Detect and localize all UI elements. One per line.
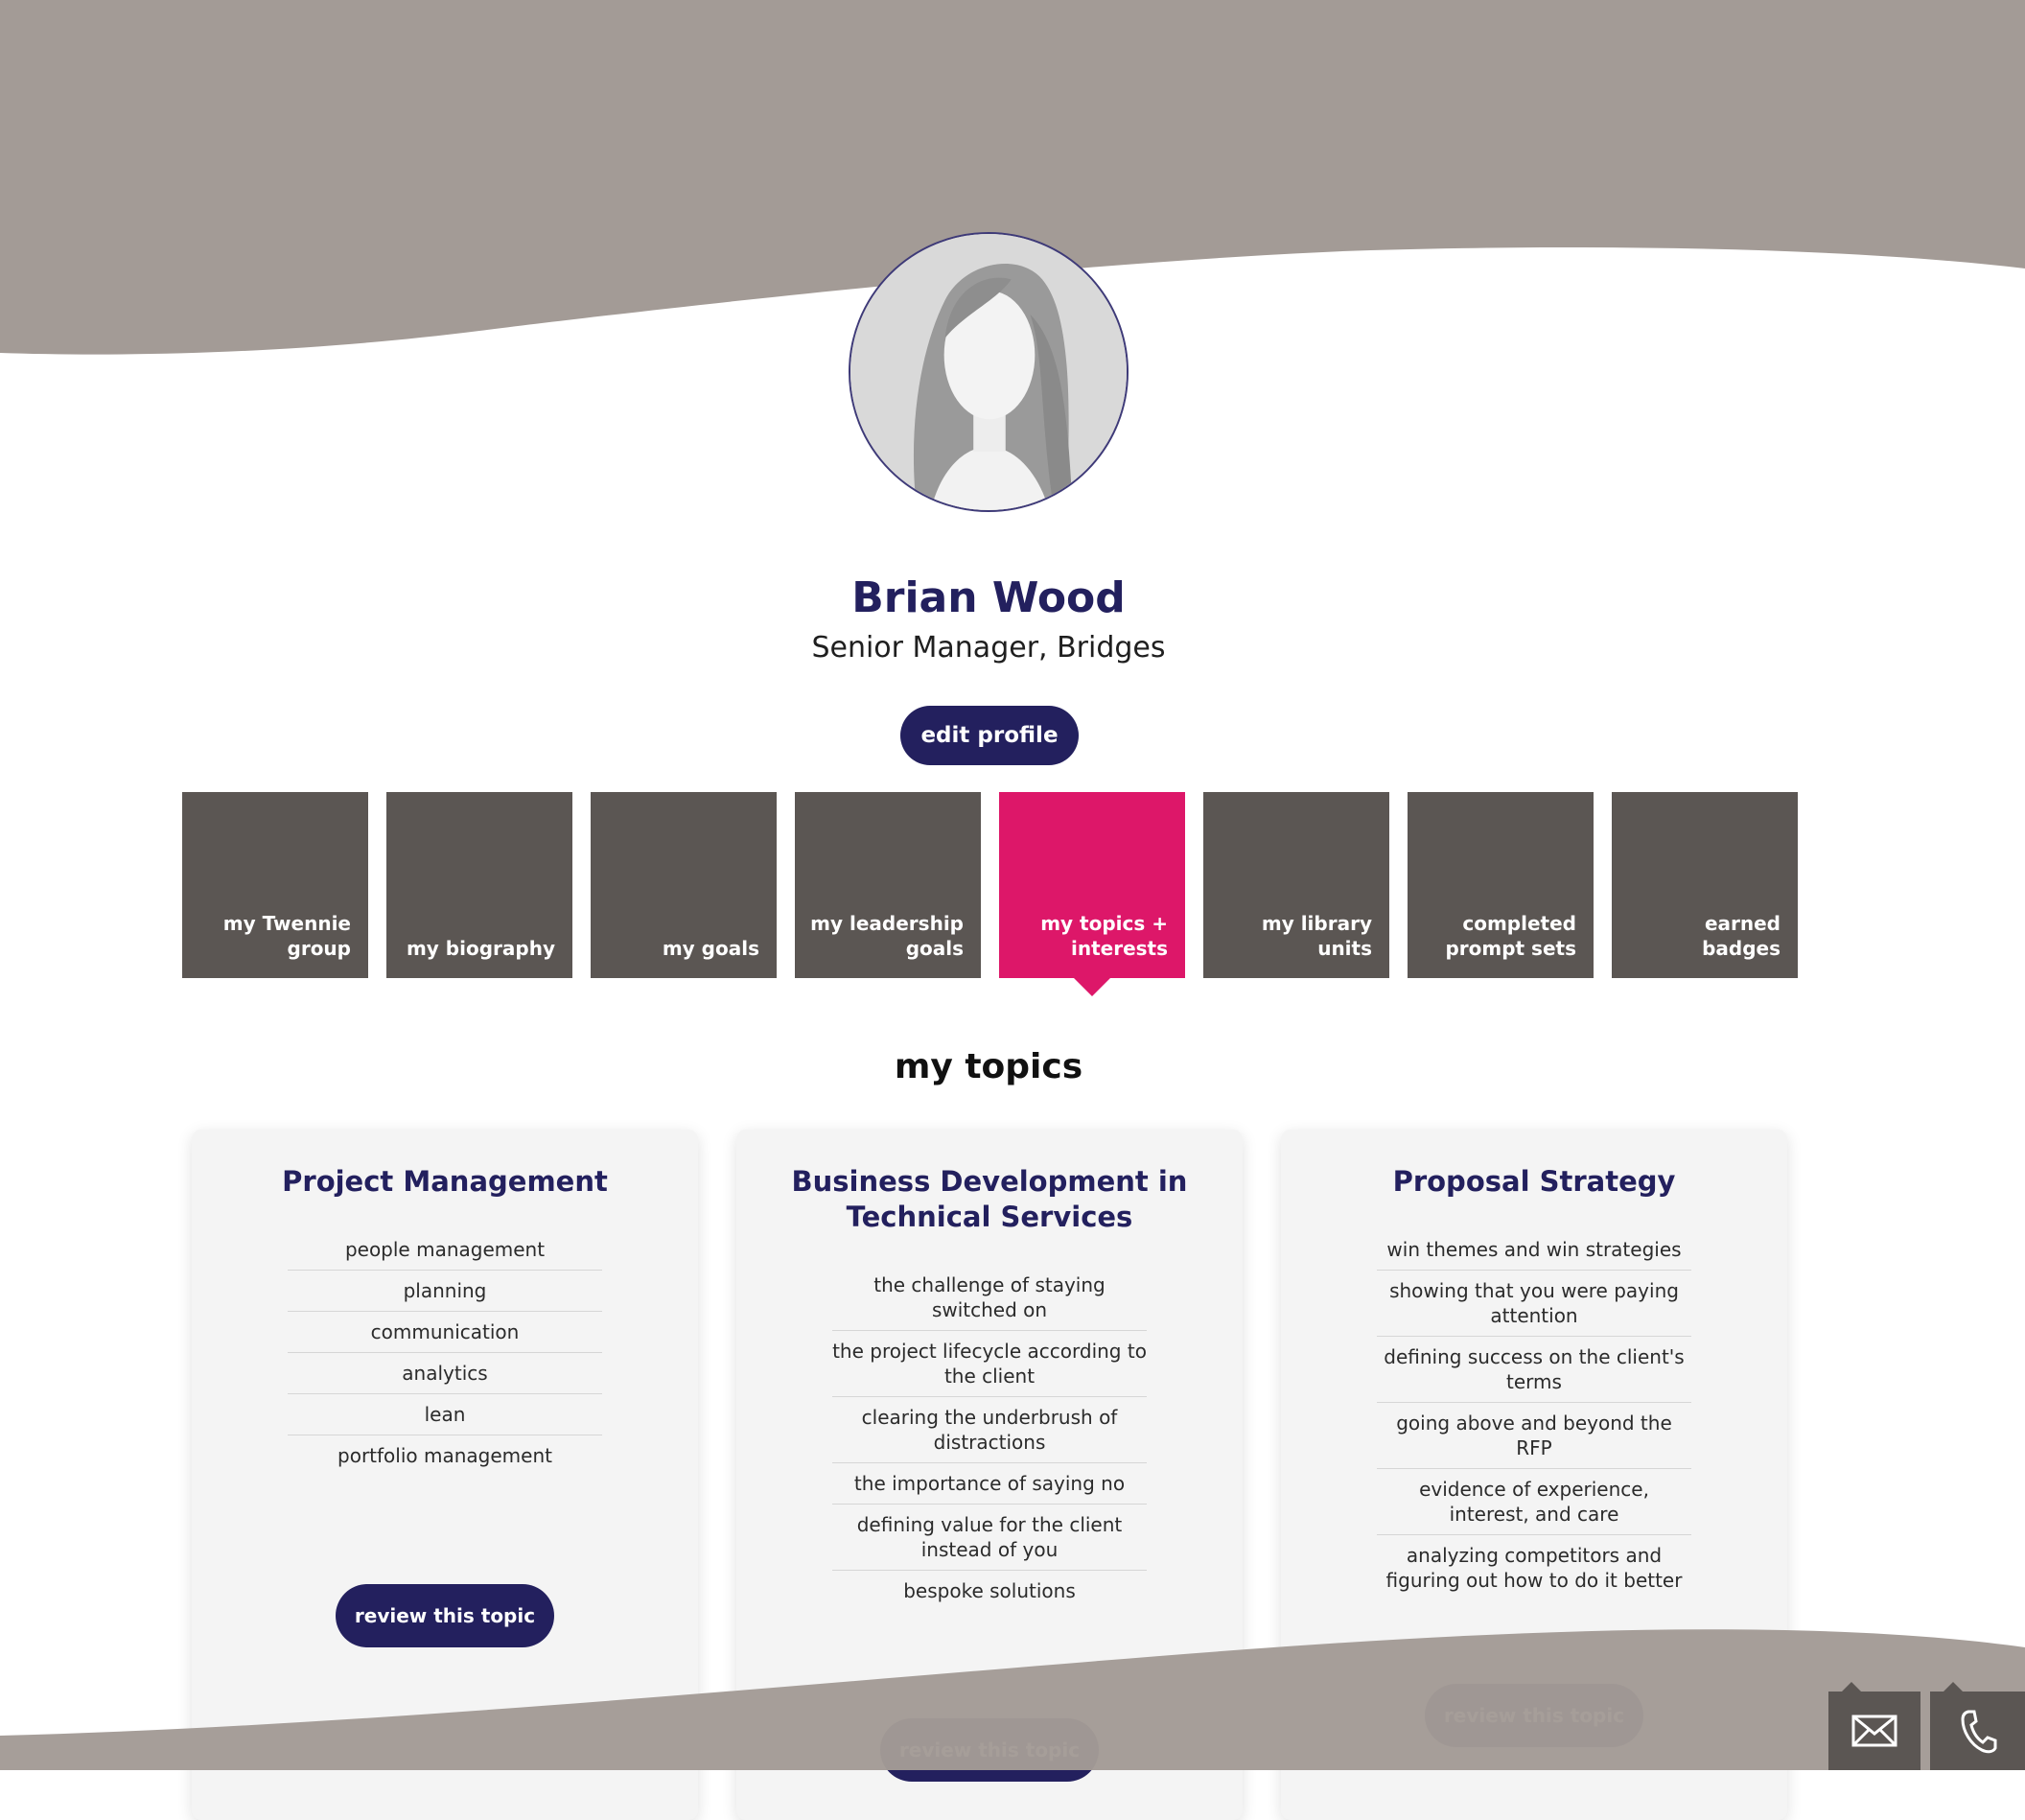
subtopic-list: win themes and win strategies showing th… — [1377, 1229, 1691, 1600]
subtopic-item: planning — [288, 1271, 602, 1312]
edit-profile-button[interactable]: edit profile — [900, 706, 1079, 765]
section-title: my topics — [894, 1047, 1083, 1086]
subtopic-item: clearing the underbrush of distractions — [832, 1397, 1147, 1463]
subtopic-item: showing that you were paying attention — [1377, 1271, 1691, 1337]
subtopic-item: portfolio management — [338, 1444, 552, 1467]
subtopic-item: analyzing competitors and figuring out h… — [1385, 1544, 1683, 1592]
subtopic-item: communication — [288, 1312, 602, 1353]
subtopic-item: defining success on the client's terms — [1377, 1337, 1691, 1403]
subtopic-list: the challenge of staying switched on the… — [832, 1265, 1147, 1611]
tab-label: my library units — [1261, 912, 1372, 960]
tab-label: my Twennie group — [222, 912, 351, 960]
review-topic-button[interactable]: review this topic — [336, 1584, 554, 1647]
tab-earned-badges[interactable]: earned badges — [1612, 792, 1798, 978]
topic-card: Proposal Strategy win themes and win str… — [1281, 1130, 1787, 1820]
subtopic-item: bespoke solutions — [903, 1579, 1076, 1602]
tab-label: earned badges — [1702, 912, 1781, 960]
profile-name: Brian Wood — [851, 573, 1126, 622]
subtopic-item: going above and beyond the RFP — [1377, 1403, 1691, 1469]
tab-leadership-goals[interactable]: my leadership goals — [795, 792, 981, 978]
topic-card: Business Development in Technical Servic… — [736, 1130, 1243, 1820]
topic-card-title: Proposal Strategy — [1392, 1165, 1676, 1198]
tab-label: my topics + interests — [1040, 912, 1168, 960]
tab-label: my goals — [662, 937, 759, 960]
person-placeholder-icon — [850, 234, 1127, 510]
subtopic-item: analytics — [288, 1353, 602, 1394]
tab-library-units[interactable]: my library units — [1203, 792, 1389, 978]
topic-card: Project Management people management pla… — [192, 1130, 698, 1820]
tab-goals[interactable]: my goals — [591, 792, 777, 978]
subtopic-item: evidence of experience, interest, and ca… — [1377, 1469, 1691, 1535]
phone-contact-button[interactable] — [1930, 1682, 2025, 1770]
tab-label: my leadership goals — [810, 912, 964, 960]
topic-card-title: Project Management — [282, 1165, 608, 1198]
email-contact-button[interactable] — [1828, 1682, 1920, 1770]
subtopic-list: people management planning communication… — [288, 1229, 602, 1476]
tab-label: my biography — [406, 937, 555, 960]
avatar — [849, 232, 1129, 512]
subtopic-item: people management — [288, 1229, 602, 1271]
tab-biography[interactable]: my biography — [386, 792, 572, 978]
review-topic-button[interactable]: review this topic — [1425, 1684, 1643, 1747]
subtopic-item: defining value for the client instead of… — [832, 1505, 1147, 1571]
topic-card-title: Business Development in Technical Servic… — [791, 1165, 1188, 1233]
subtopic-item: win themes and win strategies — [1377, 1229, 1691, 1271]
tab-label: completed prompt sets — [1445, 912, 1576, 960]
subtopic-item: the project lifecycle according to the c… — [832, 1331, 1147, 1397]
phone-icon — [1960, 1710, 1996, 1754]
subtopic-item: the importance of saying no — [832, 1463, 1147, 1505]
profile-role: Senior Manager, Bridges — [811, 631, 1166, 665]
tab-topics-interests[interactable]: my topics + interests — [999, 792, 1185, 996]
profile-tabs: my Twennie group my biography my goals m… — [182, 792, 1798, 996]
subtopic-item: the challenge of staying switched on — [832, 1265, 1147, 1331]
tab-twennie-group[interactable]: my Twennie group — [182, 792, 368, 978]
envelope-icon — [1851, 1715, 1897, 1747]
tab-completed-prompt-sets[interactable]: completed prompt sets — [1408, 792, 1594, 978]
subtopic-item: lean — [288, 1394, 602, 1435]
review-topic-button[interactable]: review this topic — [880, 1718, 1099, 1782]
